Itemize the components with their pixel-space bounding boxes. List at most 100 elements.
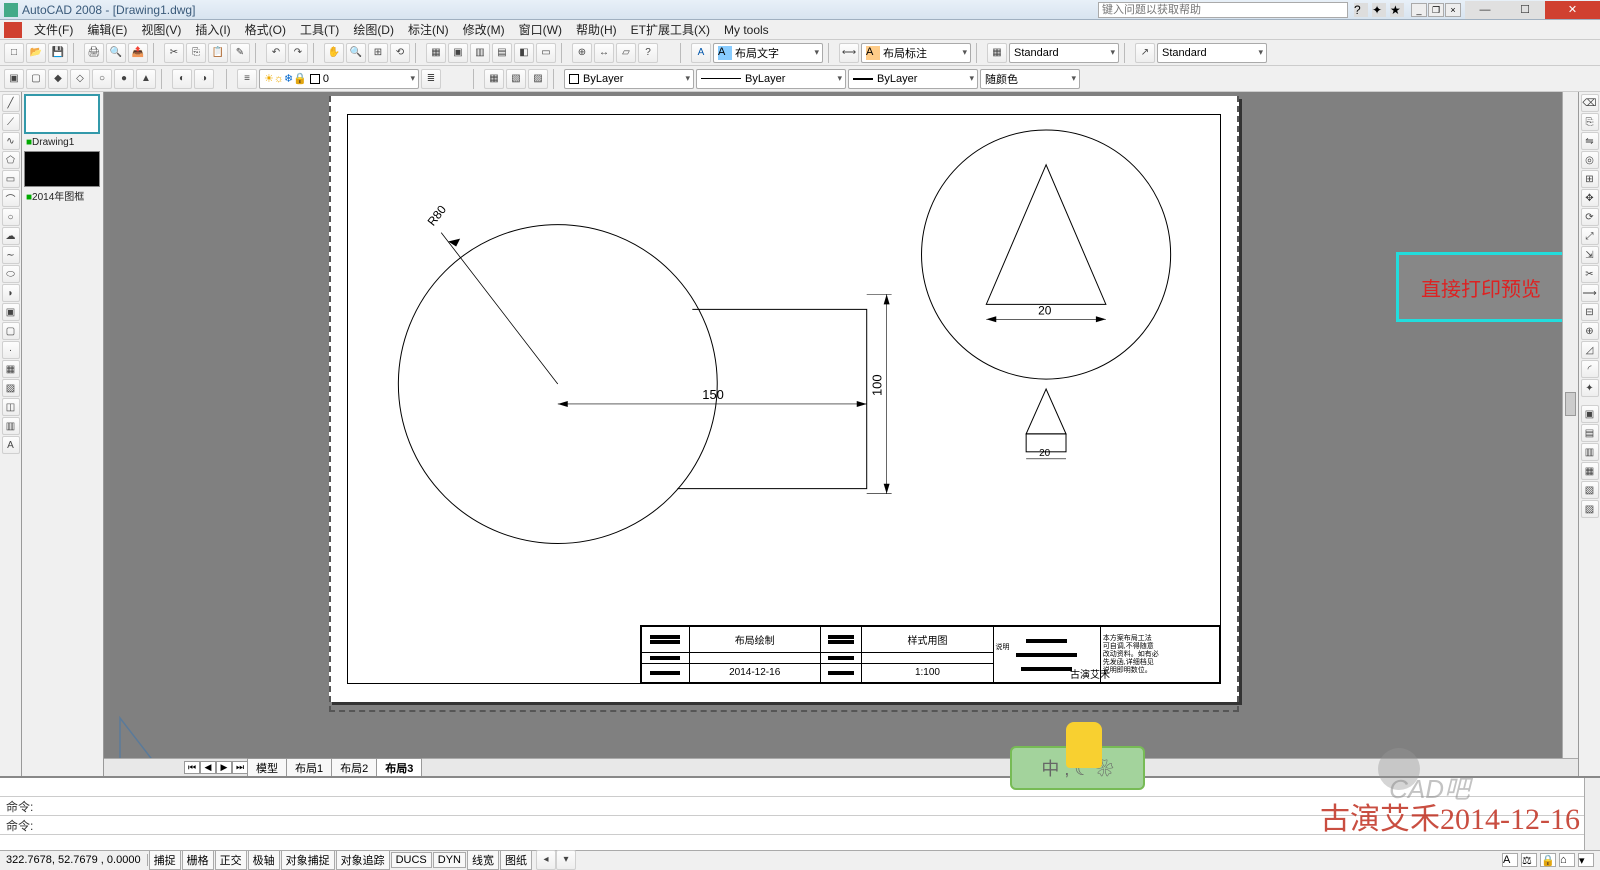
scale-icon[interactable]: ⤢	[1581, 227, 1599, 245]
help2-icon[interactable]: ?	[638, 43, 658, 63]
tray-scale-icon[interactable]: ⚖	[1521, 853, 1537, 867]
tab-nav-prev-icon[interactable]: ◀	[200, 761, 216, 774]
join-icon[interactable]: ⊕	[1581, 322, 1599, 340]
sheet-icon[interactable]: ▤	[492, 43, 512, 63]
new-icon[interactable]: □	[4, 43, 24, 63]
insertblock-icon[interactable]: ▣	[2, 303, 20, 321]
line-icon[interactable]: ╱	[2, 94, 20, 112]
menu-edit[interactable]: 编辑(E)	[81, 19, 133, 40]
hatch-icon[interactable]: ▦	[2, 360, 20, 378]
lp2-icon[interactable]: ▧	[506, 69, 526, 89]
revcloud-icon[interactable]: ☁	[2, 227, 20, 245]
tab-model[interactable]: 模型	[247, 758, 287, 776]
table2-icon[interactable]: ▥	[2, 417, 20, 435]
paste-icon[interactable]: 📋	[208, 43, 228, 63]
minimize-button[interactable]: —	[1465, 1, 1505, 19]
tab-nav-first-icon[interactable]: ⏮	[184, 761, 200, 774]
spline-icon[interactable]: ∼	[2, 246, 20, 264]
mod5-icon[interactable]: ▧	[1581, 481, 1599, 499]
mass-icon[interactable]: ⊕	[572, 43, 592, 63]
toggle-grid[interactable]: 栅格	[182, 850, 214, 870]
menu-file[interactable]: 文件(F)	[28, 19, 79, 40]
layer-combo[interactable]: ☀☼❄🔒 0	[259, 69, 419, 89]
tray-lock-icon[interactable]: 🔒	[1540, 853, 1556, 867]
tab-layout2[interactable]: 布局2	[331, 758, 377, 776]
move-icon[interactable]: ✥	[1581, 189, 1599, 207]
menu-draw[interactable]: 绘图(D)	[347, 19, 400, 40]
erase-icon[interactable]: ⌫	[1581, 94, 1599, 112]
area-icon[interactable]: ▱	[616, 43, 636, 63]
tab-nav-next-icon[interactable]: ▶	[216, 761, 232, 774]
status-arrow-icon[interactable]: ◂	[536, 850, 556, 870]
plotstyle-combo[interactable]: 随颜色	[980, 69, 1080, 89]
mdi-minimize-button[interactable]: _	[1411, 3, 1427, 17]
toolpalette-icon[interactable]: ▥	[470, 43, 490, 63]
menu-et-tools[interactable]: ET扩展工具(X)	[625, 19, 716, 40]
help-icon[interactable]: ?	[1354, 3, 1368, 17]
extend-icon[interactable]: ⟶	[1581, 284, 1599, 302]
fillet-icon[interactable]: ◜	[1581, 360, 1599, 378]
et7-icon[interactable]: ◑	[194, 69, 214, 89]
toggle-polar[interactable]: 极轴	[248, 850, 280, 870]
color-combo[interactable]: ByLayer	[564, 69, 694, 89]
vertical-scrollbar[interactable]	[1562, 92, 1578, 758]
dim-icon[interactable]: ⟷	[839, 43, 859, 63]
tray-clean-icon[interactable]: ⌂	[1559, 853, 1575, 867]
maximize-button[interactable]: ☐	[1505, 1, 1545, 19]
mirror-icon[interactable]: ⇋	[1581, 132, 1599, 150]
menu-help[interactable]: 帮助(H)	[570, 19, 623, 40]
preview-icon[interactable]: 🔍	[106, 43, 126, 63]
save-icon[interactable]: 💾	[48, 43, 68, 63]
toggle-otrack[interactable]: 对象追踪	[336, 850, 390, 870]
xline-icon[interactable]: ⟋	[2, 113, 20, 131]
mdi-close-button[interactable]: ×	[1445, 3, 1461, 17]
ellipse-icon[interactable]: ⬭	[2, 265, 20, 283]
drawing-canvas[interactable]: R80 150 100	[104, 92, 1578, 776]
tab-layout3[interactable]: 布局3	[376, 758, 422, 776]
menu-format[interactable]: 格式(O)	[239, 19, 292, 40]
point-icon[interactable]: ·	[2, 341, 20, 359]
table-icon[interactable]: ▦	[987, 43, 1007, 63]
anno-a-icon[interactable]: A	[691, 43, 711, 63]
zoom-realtime-icon[interactable]: 🔍	[346, 43, 366, 63]
toggle-ortho[interactable]: 正交	[215, 850, 247, 870]
stretch-icon[interactable]: ⇲	[1581, 246, 1599, 264]
circle-icon[interactable]: ○	[2, 208, 20, 226]
makeblock-icon[interactable]: ▢	[2, 322, 20, 340]
pan-icon[interactable]: ✋	[324, 43, 344, 63]
zoom-prev-icon[interactable]: ⟲	[390, 43, 410, 63]
et3-icon[interactable]: ○	[92, 69, 112, 89]
rect-icon[interactable]: ▭	[2, 170, 20, 188]
doc-thumb-2[interactable]	[24, 151, 100, 187]
gradient-icon[interactable]: ▨	[2, 379, 20, 397]
calc-icon[interactable]: ▭	[536, 43, 556, 63]
dist-icon[interactable]: ↔	[594, 43, 614, 63]
arc-icon[interactable]: ⌒	[2, 189, 20, 207]
open-icon[interactable]: 📂	[26, 43, 46, 63]
break-icon[interactable]: ⊟	[1581, 303, 1599, 321]
mod4-icon[interactable]: ▦	[1581, 462, 1599, 480]
chamfer-icon[interactable]: ◿	[1581, 341, 1599, 359]
mdi-restore-button[interactable]: ❐	[1428, 3, 1444, 17]
layeriso-icon[interactable]: ≣	[421, 69, 441, 89]
designcenter-icon[interactable]: ▣	[448, 43, 468, 63]
block-icon[interactable]: ▣	[4, 69, 24, 89]
undo-icon[interactable]: ↶	[266, 43, 286, 63]
lp3-icon[interactable]: ▨	[528, 69, 548, 89]
properties-icon[interactable]: ▦	[426, 43, 446, 63]
et4-icon[interactable]: ●	[114, 69, 134, 89]
mleader-style-combo[interactable]: Standard	[1157, 43, 1267, 63]
mod1-icon[interactable]: ▣	[1581, 405, 1599, 423]
autocad-logo-icon[interactable]	[4, 22, 22, 38]
command-scrollbar[interactable]	[1584, 778, 1600, 850]
array-icon[interactable]: ⊞	[1581, 170, 1599, 188]
tray-expand-icon[interactable]: ▾	[1578, 853, 1594, 867]
menu-my-tools[interactable]: My tools	[718, 21, 775, 39]
et1-icon[interactable]: ◆	[48, 69, 68, 89]
mtext-icon[interactable]: A	[2, 436, 20, 454]
mod2-icon[interactable]: ▤	[1581, 424, 1599, 442]
toggle-osnap[interactable]: 对象捕捉	[281, 850, 335, 870]
lp1-icon[interactable]: ▦	[484, 69, 504, 89]
copy-icon[interactable]: ⎘	[186, 43, 206, 63]
mod3-icon[interactable]: ▥	[1581, 443, 1599, 461]
